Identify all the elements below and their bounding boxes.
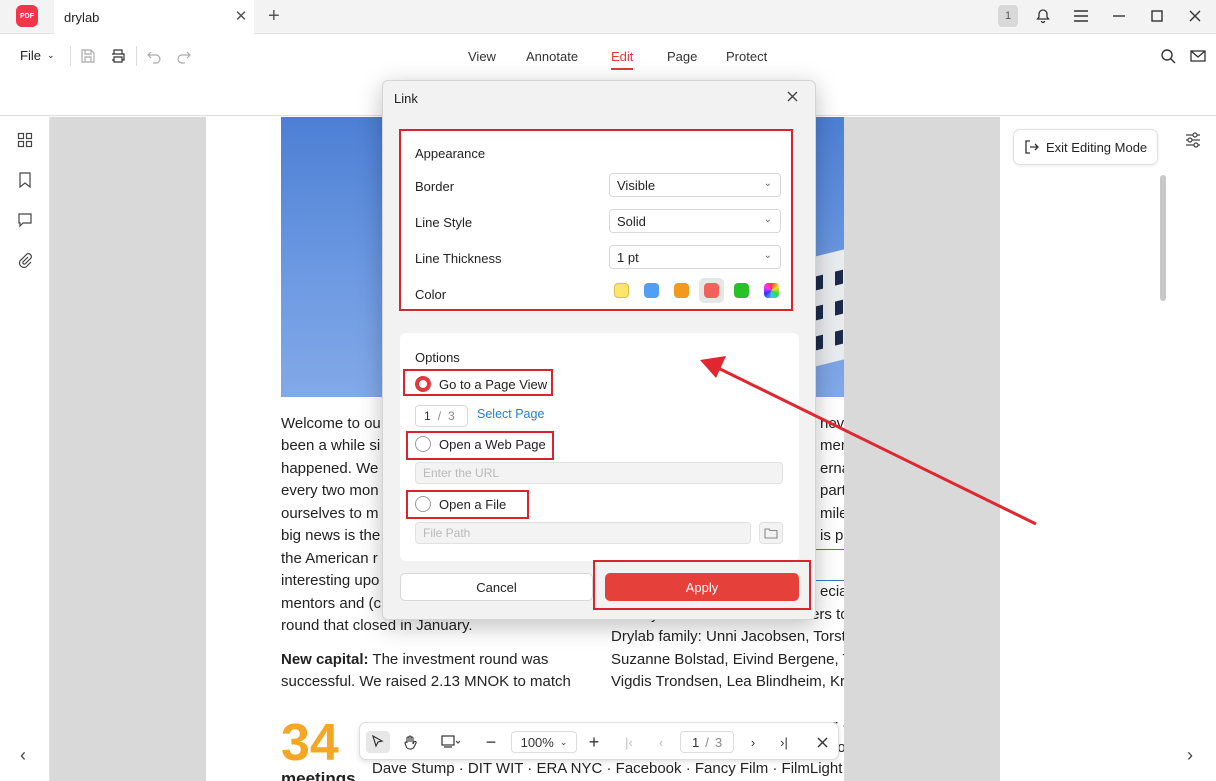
annotation-arrow bbox=[700, 356, 1037, 526]
